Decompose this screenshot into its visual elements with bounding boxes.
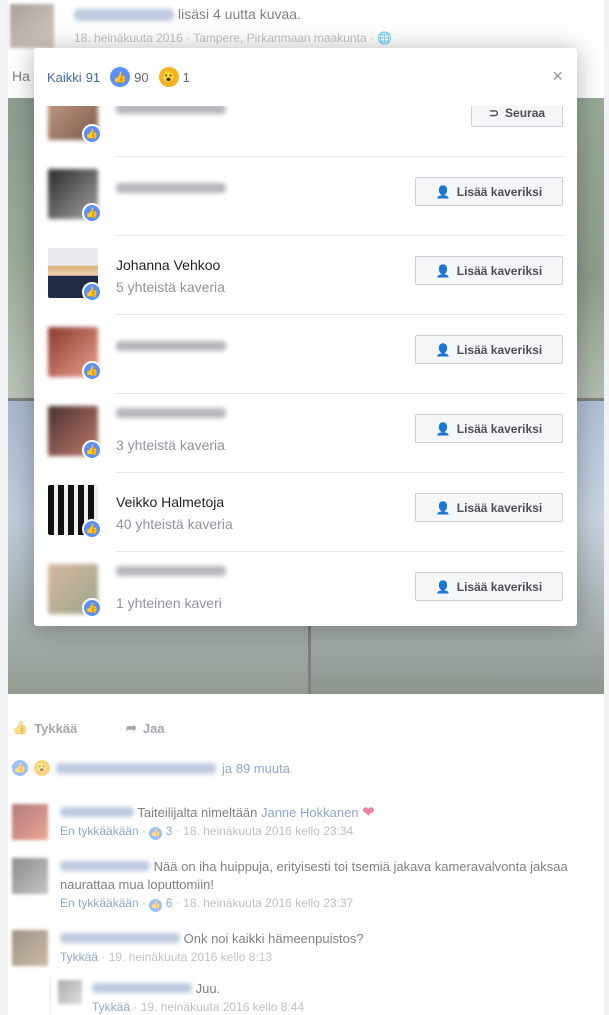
follow-button[interactable]: ⊃ Seuraa [471, 106, 563, 127]
reactor-row: 👍 ⊃ Seuraa [34, 106, 577, 157]
reactor-row: 👍 👤 Lisää kaveriksi [34, 157, 577, 236]
mutual-friends[interactable]: 1 yhteinen kaveri [116, 595, 222, 611]
tab-like-count: 90 [134, 69, 149, 85]
add-friend-button[interactable]: 👤 Lisää kaveriksi [415, 493, 563, 522]
add-friend-icon: 👤 [435, 263, 451, 278]
tab-all-label: Kaikki [47, 69, 82, 85]
add-friend-label: Lisää kaveriksi [456, 421, 543, 436]
add-friend-button[interactable]: 👤 Lisää kaveriksi [415, 572, 563, 601]
add-friend-button[interactable]: 👤 Lisää kaveriksi [415, 256, 563, 285]
tab-all-count: 91 [85, 69, 101, 85]
tab-like[interactable]: 👍 90 [110, 67, 149, 87]
rss-icon: ⊃ [488, 106, 500, 120]
reactions-dialog-header: Kaikki 91 👍 90 😮 1 × [34, 48, 577, 106]
add-friend-label: Lisää kaveriksi [456, 263, 543, 278]
add-friend-icon: 👤 [435, 579, 451, 594]
reactors-list: 👍 ⊃ Seuraa 👍 👤 Lisää kaveriksi 👍 Johanna… [34, 106, 577, 626]
reactor-name-blurred[interactable] [116, 106, 226, 114]
reactor-name-blurred[interactable] [116, 566, 226, 576]
add-friend-label: Lisää kaveriksi [456, 184, 543, 199]
facebook-page: lisäsi 4 uutta kuvaa. 18. heinäkuuta 201… [0, 0, 609, 1015]
like-badge-icon: 👍 [82, 282, 102, 302]
like-badge-icon: 👍 [82, 519, 102, 539]
close-icon[interactable]: × [552, 66, 563, 87]
like-badge-icon: 👍 [82, 124, 102, 144]
follow-label: Seuraa [505, 106, 546, 120]
mutual-friends[interactable]: 5 yhteistä kaveria [116, 279, 225, 295]
reactor-name[interactable]: Johanna Vehkoo [116, 257, 220, 273]
like-badge-icon: 👍 [82, 203, 102, 223]
tab-wow[interactable]: 😮 1 [158, 67, 190, 87]
add-friend-button[interactable]: 👤 Lisää kaveriksi [415, 335, 563, 364]
tab-all[interactable]: Kaikki 91 [47, 70, 100, 85]
reactor-name[interactable]: Veikko Halmetoja [116, 494, 224, 510]
reactor-name-blurred[interactable] [116, 183, 226, 193]
add-friend-icon: 👤 [435, 500, 451, 515]
reactor-row: 👍 👤 Lisää kaveriksi [34, 315, 577, 394]
reactor-name-blurred[interactable] [116, 408, 226, 418]
add-friend-icon: 👤 [435, 184, 451, 199]
add-friend-label: Lisää kaveriksi [456, 342, 543, 357]
like-badge-icon: 👍 [82, 598, 102, 618]
reactor-row: 👍 3 yhteistä kaveria 👤 Lisää kaveriksi [34, 394, 577, 473]
reactions-dialog: Kaikki 91 👍 90 😮 1 × 👍 ⊃ Seuraa 👍 👤 Lisä… [34, 48, 577, 626]
add-friend-icon: 👤 [435, 421, 451, 436]
tab-wow-count: 1 [182, 69, 190, 85]
add-friend-button[interactable]: 👤 Lisää kaveriksi [415, 177, 563, 206]
mutual-friends[interactable]: 40 yhteistä kaveria [116, 516, 233, 532]
reactor-row: 👍 1 yhteinen kaveri 👤 Lisää kaveriksi [34, 552, 577, 626]
add-friend-icon: 👤 [435, 342, 451, 357]
reactor-name-blurred[interactable] [116, 341, 226, 351]
like-badge-icon: 👍 [82, 440, 102, 460]
wow-reaction-icon: 😮 [158, 67, 179, 87]
reactor-row: 👍 Veikko Halmetoja 40 yhteistä kaveria 👤… [34, 473, 577, 552]
mutual-friends[interactable]: 3 yhteistä kaveria [116, 437, 225, 453]
add-friend-label: Lisää kaveriksi [456, 579, 543, 594]
add-friend-button[interactable]: 👤 Lisää kaveriksi [415, 414, 563, 443]
like-reaction-icon: 👍 [110, 67, 131, 87]
add-friend-label: Lisää kaveriksi [456, 500, 543, 515]
reactor-row: 👍 Johanna Vehkoo 5 yhteistä kaveria 👤 Li… [34, 236, 577, 315]
like-badge-icon: 👍 [82, 361, 102, 381]
